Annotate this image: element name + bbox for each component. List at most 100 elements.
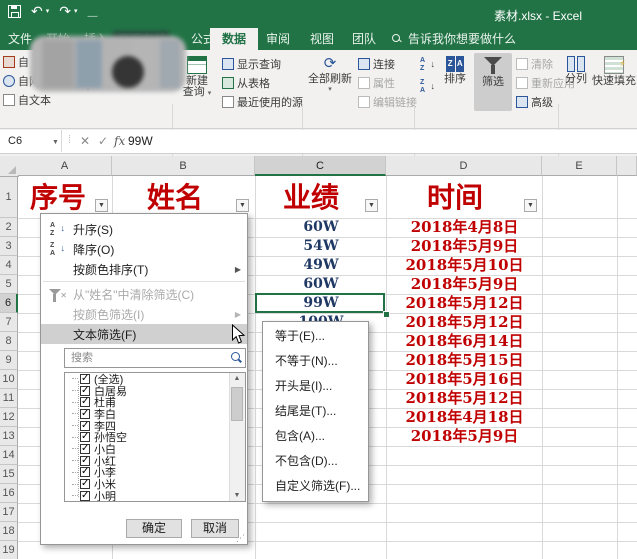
resize-grip[interactable]: ⋰ bbox=[236, 533, 245, 544]
refresh-all-button[interactable]: ⟳ 全部刷新▾ bbox=[306, 56, 354, 93]
checkbox-checked-icon[interactable] bbox=[80, 374, 90, 384]
filter-menu-item-0[interactable]: AZ↓升序(S) bbox=[41, 219, 247, 239]
text-filter-option-6[interactable]: 自定义筛选(F)... bbox=[263, 474, 368, 499]
checkbox-checked-icon[interactable] bbox=[80, 409, 90, 419]
filter-menu-item-2[interactable]: 按颜色排序(T)▶ bbox=[41, 259, 247, 279]
filter-dropdown-button-A[interactable]: ▼ bbox=[95, 199, 108, 212]
cell-D2[interactable]: 2018年4月8日 bbox=[387, 218, 542, 237]
filter-dropdown-button-D[interactable]: ▼ bbox=[524, 199, 537, 212]
filter-value-item-8[interactable]: 小李 bbox=[65, 467, 245, 479]
from-text-button[interactable]: 自文本 bbox=[3, 92, 51, 108]
ok-button[interactable]: 确定 bbox=[126, 519, 182, 538]
cancel-button[interactable]: 取消 bbox=[191, 519, 239, 538]
checkbox-checked-icon[interactable] bbox=[80, 432, 90, 442]
recent-sources-button[interactable]: 最近使用的源 bbox=[222, 94, 303, 110]
filter-value-item-1[interactable]: 白居易 bbox=[65, 385, 245, 397]
filter-value-item-10[interactable]: 小明 bbox=[65, 490, 245, 502]
row-header-5[interactable]: 5 bbox=[0, 275, 18, 294]
column-header-E[interactable]: E bbox=[542, 156, 617, 176]
scrollbar-thumb[interactable] bbox=[231, 387, 243, 421]
from-table-button[interactable]: 从表格 bbox=[222, 75, 270, 91]
row-header-19[interactable]: 19 bbox=[0, 541, 18, 559]
filter-menu-item-6[interactable]: 文本筛选(F)▶ bbox=[41, 324, 247, 344]
text-filter-option-0[interactable]: 等于(E)... bbox=[263, 324, 368, 349]
cell-D10[interactable]: 2018年5月16日 bbox=[387, 370, 542, 389]
cell-C6[interactable]: 99W bbox=[257, 294, 385, 313]
row-header-7[interactable]: 7 bbox=[0, 313, 18, 332]
row-header-4[interactable]: 4 bbox=[0, 256, 18, 275]
checkbox-checked-icon[interactable] bbox=[80, 397, 90, 407]
from-access-button[interactable]: 自 bbox=[3, 54, 29, 70]
checkbox-checked-icon[interactable] bbox=[80, 421, 90, 431]
insert-function-icon[interactable]: fx bbox=[114, 134, 125, 148]
checkbox-checked-icon[interactable] bbox=[80, 467, 90, 477]
header-cell-B1[interactable]: 姓名 bbox=[112, 178, 238, 218]
advanced-button[interactable]: 高级 bbox=[516, 94, 553, 110]
tell-me-box[interactable]: 告诉我你想要做什么 bbox=[408, 28, 516, 50]
cell-D6[interactable]: 2018年5月12日 bbox=[387, 294, 542, 313]
checkbox-checked-icon[interactable] bbox=[80, 491, 90, 501]
undo-dropdown-icon[interactable]: ▾ bbox=[46, 7, 50, 15]
cell-D12[interactable]: 2018年4月18日 bbox=[387, 408, 542, 427]
customize-qat-icon[interactable]: ⸏ bbox=[88, 4, 99, 18]
select-all-corner[interactable] bbox=[0, 156, 19, 177]
row-header-15[interactable]: 15 bbox=[0, 465, 18, 484]
text-filter-option-5[interactable]: 不包含(D)... bbox=[263, 449, 368, 474]
filter-dropdown-button-C[interactable]: ▼ bbox=[365, 199, 378, 212]
row-header-3[interactable]: 3 bbox=[0, 237, 18, 256]
row-header-18[interactable]: 18 bbox=[0, 522, 18, 541]
row-header-17[interactable]: 17 bbox=[0, 503, 18, 522]
row-header-8[interactable]: 8 bbox=[0, 332, 18, 351]
flash-fill-button[interactable]: 快速填充 bbox=[592, 56, 636, 87]
redo-icon[interactable]: ↷ bbox=[59, 4, 71, 18]
filter-value-item-0[interactable]: (全选) bbox=[65, 373, 245, 385]
filter-search-input[interactable] bbox=[64, 348, 246, 368]
tab-data[interactable]: 数据 bbox=[210, 28, 258, 50]
confirm-entry-icon[interactable]: ✓ bbox=[98, 134, 108, 148]
sort-button[interactable]: ZA 排序 bbox=[438, 56, 472, 85]
sort-descending-icon[interactable]: ZA↓ bbox=[420, 79, 435, 94]
header-cell-C1[interactable]: 业绩 bbox=[255, 178, 367, 218]
checkbox-checked-icon[interactable] bbox=[80, 479, 90, 489]
row-header-10[interactable]: 10 bbox=[0, 370, 18, 389]
cell-D9[interactable]: 2018年5月15日 bbox=[387, 351, 542, 370]
filter-value-item-6[interactable]: 小白 bbox=[65, 443, 245, 455]
filter-value-item-9[interactable]: 小米 bbox=[65, 478, 245, 490]
filter-value-item-3[interactable]: 李白 bbox=[65, 408, 245, 420]
column-header-D[interactable]: D bbox=[386, 156, 542, 176]
checkbox-checked-icon[interactable] bbox=[80, 456, 90, 466]
tab-file[interactable]: 文件 bbox=[8, 28, 32, 50]
text-filter-option-1[interactable]: 不等于(N)... bbox=[263, 349, 368, 374]
filter-value-item-2[interactable]: 杜甫 bbox=[65, 396, 245, 408]
scroll-up-icon[interactable]: ▲ bbox=[230, 375, 244, 382]
formula-bar-value[interactable]: 99W bbox=[128, 134, 153, 148]
connections-button[interactable]: 连接 bbox=[358, 56, 395, 72]
header-cell-A1[interactable]: 序号 bbox=[18, 178, 98, 218]
cell-D5[interactable]: 2018年5月9日 bbox=[387, 275, 542, 294]
filter-value-item-7[interactable]: 小红 bbox=[65, 455, 245, 467]
column-header-B[interactable]: B bbox=[112, 156, 255, 176]
cancel-entry-icon[interactable]: ✕ bbox=[80, 134, 90, 148]
column-header-C[interactable]: C bbox=[255, 156, 386, 176]
cell-D4[interactable]: 2018年5月10日 bbox=[387, 256, 542, 275]
filter-value-item-5[interactable]: 孙悟空 bbox=[65, 431, 245, 443]
text-filter-option-3[interactable]: 结尾是(T)... bbox=[263, 399, 368, 424]
filter-dropdown-button-B[interactable]: ▼ bbox=[236, 199, 249, 212]
list-scrollbar[interactable]: ▲ ▼ bbox=[229, 373, 245, 501]
filter-value-item-4[interactable]: 李四 bbox=[65, 420, 245, 432]
text-filter-option-2[interactable]: 开头是(I)... bbox=[263, 374, 368, 399]
undo-icon[interactable]: ↶ bbox=[31, 4, 43, 18]
row-header-11[interactable]: 11 bbox=[0, 389, 18, 408]
sort-ascending-icon[interactable]: AZ↓ bbox=[420, 57, 435, 72]
tab-review[interactable]: 审阅 bbox=[266, 28, 290, 50]
row-header-12[interactable]: 12 bbox=[0, 408, 18, 427]
row-header-16[interactable]: 16 bbox=[0, 484, 18, 503]
cell-D8[interactable]: 2018年6月14日 bbox=[387, 332, 542, 351]
checkbox-checked-icon[interactable] bbox=[80, 386, 90, 396]
checkbox-checked-icon[interactable] bbox=[80, 444, 90, 454]
name-box-dropdown-icon[interactable]: ▼ bbox=[52, 139, 59, 146]
save-icon[interactable] bbox=[8, 5, 21, 18]
cell-C4[interactable]: 49W bbox=[257, 256, 385, 275]
cell-D7[interactable]: 2018年5月12日 bbox=[387, 313, 542, 332]
row-header-14[interactable]: 14 bbox=[0, 446, 18, 465]
